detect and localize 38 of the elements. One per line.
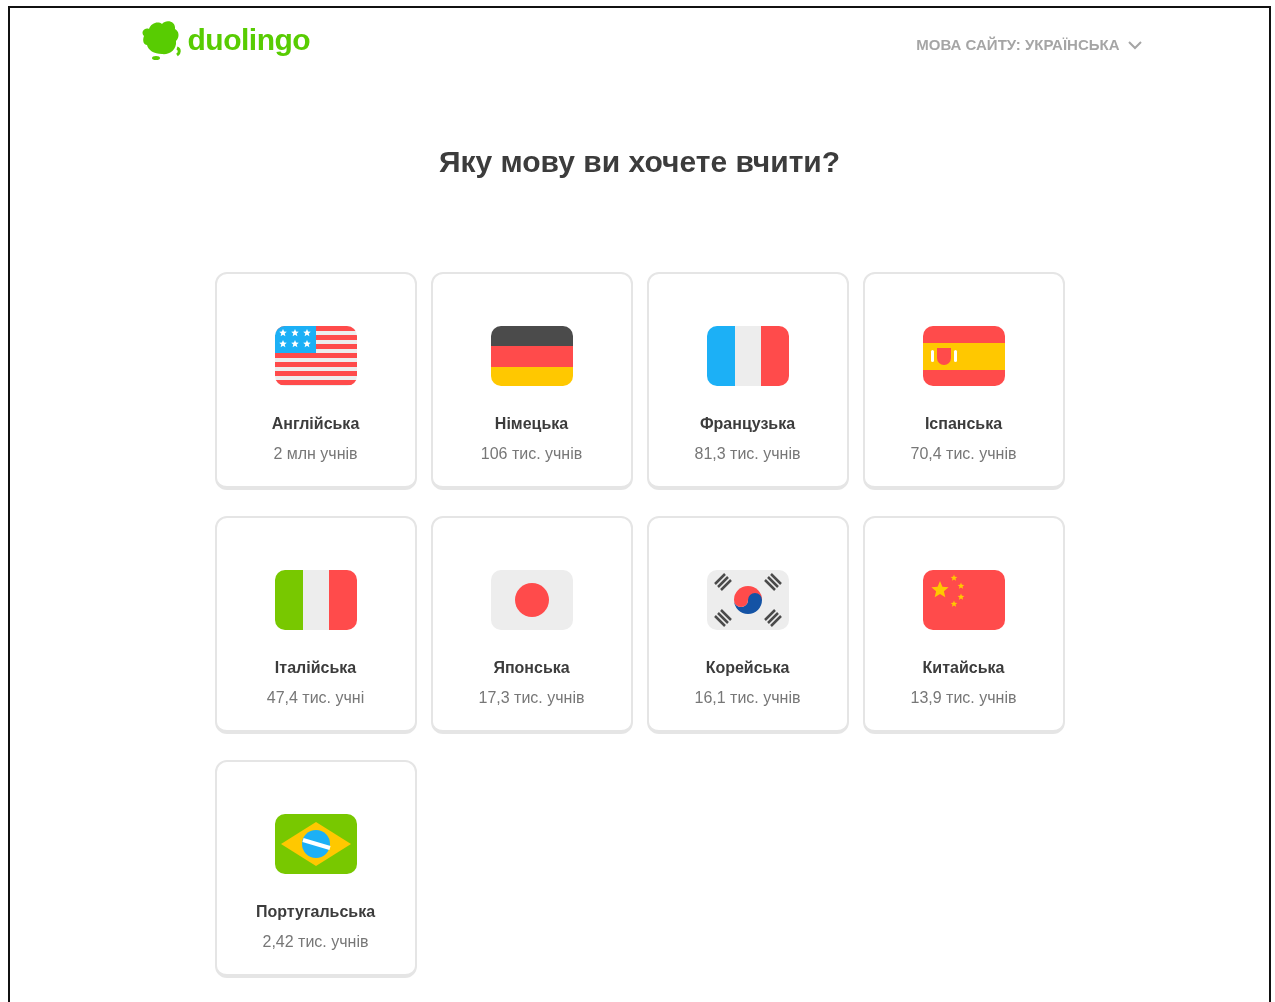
learner-count: 70,4 тис. учнів [910, 444, 1017, 464]
course-name: Англійська [271, 414, 360, 434]
course-name: Французька [699, 414, 796, 434]
learner-count: 106 тис. учнів [480, 444, 583, 464]
course-card[interactable]: Іспанська 70,4 тис. учнів [862, 272, 1065, 490]
chevron-down-icon [1127, 40, 1142, 50]
flag-icon [706, 570, 789, 630]
flag-icon [922, 326, 1005, 386]
flag-icon [922, 570, 1005, 630]
flag-icon [274, 570, 357, 630]
flag-icon [274, 814, 357, 874]
flag-icon [490, 326, 573, 386]
learner-count: 16,1 тис. учнів [694, 688, 801, 708]
course-card[interactable]: Корейська 16,1 тис. учнів [646, 516, 849, 734]
course-card[interactable]: Китайська 13,9 тис. учнів [862, 516, 1065, 734]
course-card[interactable]: Португальська 2,42 тис. учнів [214, 760, 417, 978]
learner-count: 17,3 тис. учнів [478, 688, 585, 708]
learner-count: 81,3 тис. учнів [694, 444, 801, 464]
course-card[interactable]: Англійська 2 млн учнів [214, 272, 417, 490]
course-card[interactable]: Італійська 47,4 тис. учні [214, 516, 417, 734]
learner-count: 2,42 тис. учнів [262, 932, 369, 952]
flag-icon [706, 326, 789, 386]
course-card[interactable]: Японська 17,3 тис. учнів [430, 516, 633, 734]
course-name: Італійська [274, 658, 357, 678]
course-name: Німецька [494, 414, 569, 434]
learner-count: 47,4 тис. учні [266, 688, 365, 708]
flag-icon [490, 570, 573, 630]
course-card[interactable]: Французька 81,3 тис. учнів [646, 272, 849, 490]
course-card[interactable]: Німецька 106 тис. учнів [430, 272, 633, 490]
course-name: Корейська [705, 658, 790, 678]
page-title: Яку мову ви хочете вчити? [437, 144, 842, 180]
course-name: Японська [493, 658, 570, 678]
flag-icon [274, 326, 357, 386]
course-name: Португальська [255, 902, 376, 922]
learner-count: 13,9 тис. учнів [910, 688, 1017, 708]
learner-count: 2 млн учнів [273, 444, 358, 464]
course-name: Китайська [922, 658, 1005, 678]
course-name: Іспанська [924, 414, 1003, 434]
